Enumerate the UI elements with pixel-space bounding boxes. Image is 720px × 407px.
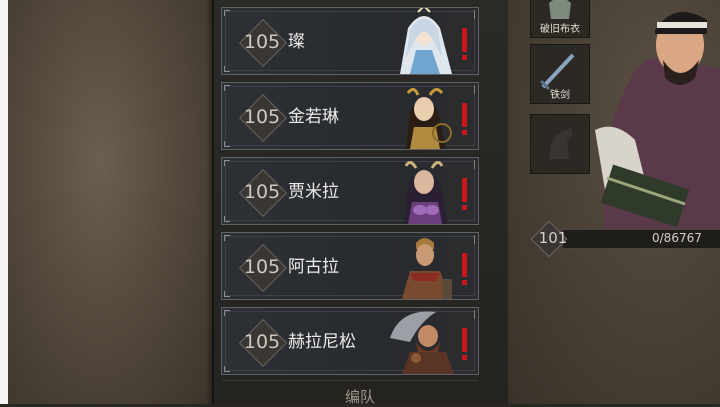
hero-card-5[interactable]: 105 赫拉尼松 | — [221, 307, 479, 375]
level-badge: 105 — [236, 16, 288, 68]
card-corner — [224, 366, 230, 372]
card-corner — [224, 235, 230, 241]
hero-card-1[interactable]: 105 璨 | — [221, 7, 479, 75]
alert-icon — [462, 253, 467, 285]
card-corner — [224, 310, 230, 316]
hero-level: 105 — [243, 31, 281, 53]
hero-level: 105 — [243, 256, 281, 278]
hero-name: 金若琳 — [288, 107, 339, 127]
main-hero-portrait — [575, 0, 720, 232]
background-left — [8, 0, 212, 404]
hero-level: 105 — [243, 181, 281, 203]
card-tab: | — [472, 310, 476, 320]
card-corner — [224, 160, 230, 166]
hero-portrait — [380, 158, 468, 224]
hero-portrait — [380, 233, 468, 299]
card-tab: | — [472, 85, 476, 95]
card-corner — [224, 291, 230, 297]
card-corner — [224, 10, 230, 16]
main-hero-level: 101 — [538, 229, 568, 247]
level-badge: 105 — [236, 316, 288, 368]
level-badge: 105 — [236, 91, 288, 143]
card-tab: | — [472, 160, 476, 170]
screen-edge — [0, 0, 8, 404]
card-corner — [224, 216, 230, 222]
card-corner — [224, 141, 230, 147]
level-badge: 105 — [236, 241, 288, 293]
card-corner — [224, 66, 230, 72]
hero-name: 赫拉尼松 — [288, 332, 356, 352]
alert-icon — [462, 328, 467, 360]
hero-card-4[interactable]: 105 阿古拉 | — [221, 232, 479, 300]
hero-card-2[interactable]: 105 金若琳 | — [221, 82, 479, 150]
hero-portrait — [380, 308, 468, 374]
hero-portrait — [380, 8, 468, 74]
card-corner — [224, 85, 230, 91]
exp-text: 0/86767 — [652, 231, 702, 245]
level-badge: 105 — [236, 166, 288, 218]
hero-level: 105 — [243, 106, 281, 128]
hero-level-bar: 101 0/86767 — [530, 220, 720, 258]
hero-name: 阿古拉 — [288, 257, 339, 277]
alert-icon — [462, 178, 467, 210]
hero-card-3[interactable]: 105 贾米拉 | — [221, 157, 479, 225]
hero-name: 贾米拉 — [288, 182, 339, 202]
hero-level: 105 — [243, 331, 281, 353]
hero-name: 璨 — [288, 32, 305, 52]
alert-icon — [462, 28, 467, 60]
hero-portrait — [380, 83, 468, 149]
card-tab: | — [472, 10, 476, 20]
card-tab: | — [472, 235, 476, 245]
alert-icon — [462, 103, 467, 135]
